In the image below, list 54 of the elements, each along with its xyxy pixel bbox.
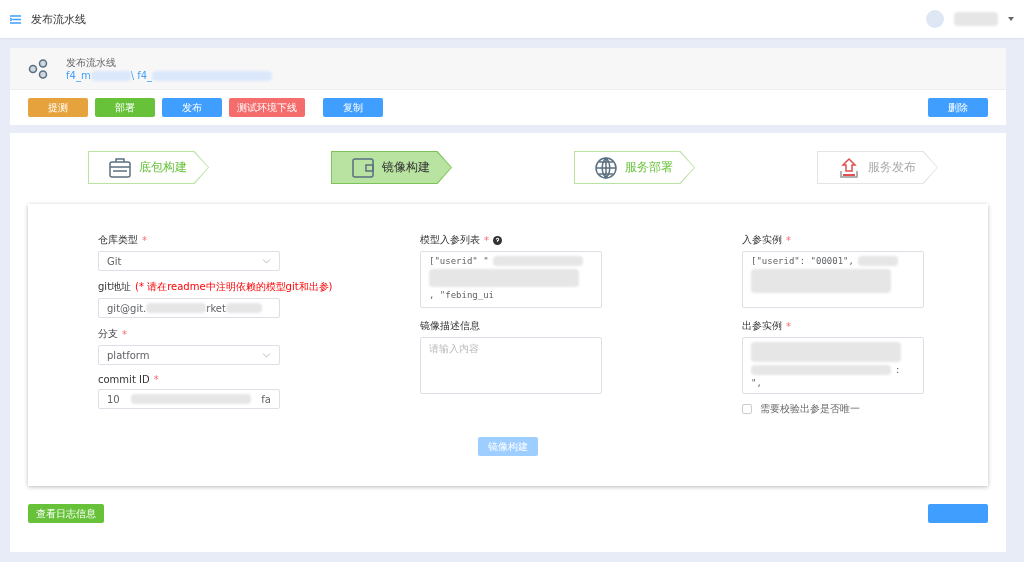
pipeline-path[interactable]: f4_m [66, 70, 91, 81]
delete-button[interactable]: 删除 [928, 98, 988, 117]
action-button[interactable]: 测试环境下线 [229, 98, 305, 117]
chevron-down-icon [262, 258, 271, 264]
checkbox-label: 需要校验出参是否唯一 [760, 402, 860, 416]
required-mark: * [142, 234, 147, 246]
action-button[interactable]: 提测 [28, 98, 88, 117]
redacted-blur [954, 12, 998, 26]
step-tab[interactable]: 服务部署 [574, 151, 695, 184]
checkbox[interactable] [742, 404, 752, 414]
required-mark: * [786, 234, 791, 246]
pipeline-path[interactable]: \ f4_ [130, 70, 153, 81]
chevron-down-icon [262, 352, 271, 358]
upload-icon [838, 156, 860, 179]
git-url-field[interactable]: git@git. rket [98, 298, 280, 318]
wallet-icon [352, 157, 374, 178]
hint-text: (* 请在readme中注明依赖的模型git和出参) [135, 280, 333, 294]
required-mark: * [153, 374, 159, 385]
field-label: 镜像描述信息 [420, 319, 480, 333]
required-mark: * [484, 234, 489, 246]
redacted-blur [857, 256, 898, 266]
field-label: 出参实例 [742, 319, 782, 333]
globe-icon [595, 156, 617, 179]
pipeline-title: 发布流水线 [66, 56, 117, 70]
action-button[interactable]: 复制 [323, 98, 383, 117]
redacted-blur [90, 70, 131, 81]
caret-icon[interactable] [1008, 17, 1014, 21]
log-button[interactable]: 查看日志信息 [28, 504, 104, 523]
redacted-blur [146, 303, 207, 313]
menu-icon[interactable] [10, 14, 21, 24]
model-params-textarea[interactable]: ["userid" " , "febing_ui [420, 251, 602, 308]
image-desc-textarea[interactable]: 请输入内容 [420, 337, 602, 394]
required-mark: * [122, 328, 127, 340]
field-label: commit ID [98, 374, 150, 385]
help-icon[interactable] [493, 235, 502, 245]
field-label: 分支 [98, 327, 118, 341]
repo-type-select[interactable]: Git [98, 251, 280, 271]
field-label: 仓库类型 [98, 233, 138, 247]
page-title: 发布流水线 [31, 11, 86, 27]
input-example-textarea[interactable]: ["userid": "00001", [742, 251, 924, 308]
field-label: git地址 [98, 280, 132, 294]
commit-field[interactable]: 10 fa [98, 389, 280, 409]
share-nodes-icon [28, 58, 48, 79]
required-mark: * [786, 320, 791, 332]
branch-select[interactable]: platform [98, 345, 280, 365]
action-button[interactable]: 发布 [162, 98, 222, 117]
output-example-textarea[interactable]: : ", [742, 337, 924, 394]
redacted-blur [225, 303, 262, 313]
step-tab[interactable]: 镜像构建 [331, 151, 452, 184]
briefcase-icon [109, 157, 131, 178]
step-tab[interactable]: 底包构建 [88, 151, 209, 184]
action-button[interactable]: 部署 [95, 98, 155, 117]
field-label: 模型入参列表 [420, 233, 480, 247]
field-label: 入参实例 [742, 233, 782, 247]
